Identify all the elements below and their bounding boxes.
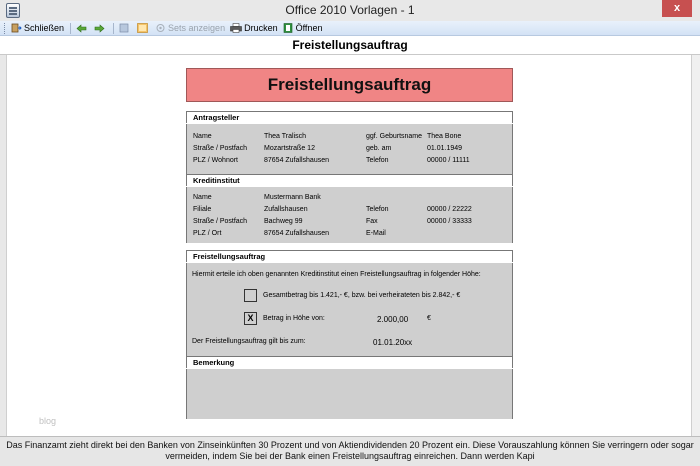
section-antragsteller: Name Thea Tralisch ggf. Geburtsname Thea… xyxy=(186,124,513,174)
option-betrag-checkbox[interactable]: X xyxy=(244,312,257,325)
option-betrag-label: Betrag in Höhe von: xyxy=(263,315,325,322)
print-button[interactable]: Drucken xyxy=(230,23,278,33)
field-label: Straße / Postfach xyxy=(193,145,248,152)
field-label: Telefon xyxy=(366,206,389,213)
forward-button[interactable] xyxy=(94,23,107,33)
freistellung-intro: Hiermit erteile ich oben genannten Kredi… xyxy=(192,271,481,278)
window-titlebar: Office 2010 Vorlagen - 1 x xyxy=(0,0,700,21)
section-heading-bemerkung: Bemerkung xyxy=(186,356,513,368)
field-value[interactable]: 87654 Zufallshausen xyxy=(264,156,329,166)
right-margin xyxy=(692,55,700,436)
open-button[interactable]: Öffnen xyxy=(283,23,323,33)
field-value[interactable]: 00000 / 22222 xyxy=(427,205,472,215)
field-label: Name xyxy=(193,133,212,140)
section-bemerkung[interactable] xyxy=(186,369,513,419)
field-value[interactable]: Thea Tralisch xyxy=(264,132,306,142)
window-close-button[interactable]: x xyxy=(662,0,692,17)
toolbar-grip[interactable] xyxy=(4,22,7,34)
back-button[interactable] xyxy=(76,23,89,33)
field-label: geb. am xyxy=(366,145,392,152)
valid-until-label: Der Freistellungsauftrag gilt bis zum: xyxy=(192,338,306,345)
open-icon xyxy=(283,23,292,33)
field-label: Fax xyxy=(366,218,378,225)
valid-until-date[interactable]: 01.01.20xx xyxy=(373,338,412,347)
table-row: Name Thea Tralisch ggf. Geburtsname Thea… xyxy=(187,132,514,142)
field-value[interactable]: Zufallshausen xyxy=(264,205,308,215)
page-header: Freistellungsauftrag xyxy=(0,36,700,55)
forward-arrow-icon xyxy=(94,23,105,33)
document-viewer[interactable]: Freistellungsauftrag Antragsteller Name … xyxy=(6,55,692,436)
view-button[interactable] xyxy=(119,23,132,33)
field-label: E-Mail xyxy=(366,230,386,237)
field-label: Telefon xyxy=(366,157,389,164)
page-title: Freistellungsauftrag xyxy=(292,38,408,52)
open-button-label: Öffnen xyxy=(295,23,323,33)
section-heading-freistellung: Freistellungsauftrag xyxy=(186,250,513,262)
watermark-text: blog xyxy=(39,416,57,426)
field-value[interactable]: 87654 Zufallshausen xyxy=(264,229,329,239)
field-label: PLZ / Ort xyxy=(193,230,222,237)
print-icon xyxy=(230,23,242,33)
currency-symbol: € xyxy=(427,315,431,322)
field-label: Filiale xyxy=(193,206,212,213)
field-value[interactable]: Mozartstraße 12 xyxy=(264,144,315,154)
window-title: Office 2010 Vorlagen - 1 xyxy=(285,3,415,17)
sets-button[interactable]: Sets anzeigen xyxy=(155,23,225,33)
option-gesamtbetrag-checkbox[interactable] xyxy=(244,289,257,302)
close-button-label: Schließen xyxy=(24,23,65,33)
field-label: Straße / Postfach xyxy=(193,218,248,225)
section-heading-antragsteller: Antragsteller xyxy=(186,111,513,123)
amount-value[interactable]: 2.000,00 xyxy=(377,315,408,324)
close-door-icon xyxy=(11,23,22,33)
field-value[interactable]: 00000 / 33333 xyxy=(427,217,472,227)
field-value[interactable]: Mustermann Bank xyxy=(264,193,321,203)
layout-button[interactable] xyxy=(137,23,150,33)
field-value[interactable]: Bachweg 99 xyxy=(264,217,303,227)
table-row: Straße / Postfach Bachweg 99 Fax 00000 /… xyxy=(187,217,514,227)
print-button-label: Drucken xyxy=(244,23,278,33)
table-row: PLZ / Ort 87654 Zufallshausen E-Mail xyxy=(187,229,514,239)
field-label: ggf. Geburtsname xyxy=(366,133,423,140)
field-value[interactable]: 01.01.1949 xyxy=(427,144,462,154)
view-icon xyxy=(119,23,129,33)
section-kreditinstitut: Name Mustermann Bank Filiale Zufallshaus… xyxy=(186,187,513,243)
field-value[interactable]: Thea Bone xyxy=(427,132,461,142)
table-row: Name Mustermann Bank xyxy=(187,193,514,203)
field-value[interactable]: 00000 / 11111 xyxy=(427,156,470,166)
sets-icon xyxy=(156,24,165,32)
table-row: Straße / Postfach Mozartstraße 12 geb. a… xyxy=(187,144,514,154)
form-document: Freistellungsauftrag Antragsteller Name … xyxy=(186,68,513,419)
sets-button-label: Sets anzeigen xyxy=(168,23,226,33)
back-arrow-icon xyxy=(76,23,87,33)
form-banner: Freistellungsauftrag xyxy=(186,68,513,102)
section-heading-kreditinstitut: Kreditinstitut xyxy=(186,174,513,186)
field-label: PLZ / Wohnort xyxy=(193,157,239,164)
toolbar: Schließen Sets anzeigen Drucken Öffnen xyxy=(0,21,700,36)
layout-icon xyxy=(137,23,148,33)
close-button[interactable]: Schließen xyxy=(11,23,64,33)
info-bar: Das Finanzamt zieht direkt bei den Banke… xyxy=(0,436,700,466)
table-row: PLZ / Wohnort 87654 Zufallshausen Telefo… xyxy=(187,156,514,166)
option-gesamtbetrag-label: Gesamtbetrag bis 1.421,- €, bzw. bei ver… xyxy=(263,292,461,299)
toolbar-separator xyxy=(113,22,115,34)
toolbar-separator xyxy=(70,22,72,34)
table-row: Filiale Zufallshausen Telefon 00000 / 22… xyxy=(187,205,514,215)
field-label: Name xyxy=(193,194,212,201)
section-freistellung: Hiermit erteile ich oben genannten Kredi… xyxy=(186,263,513,356)
